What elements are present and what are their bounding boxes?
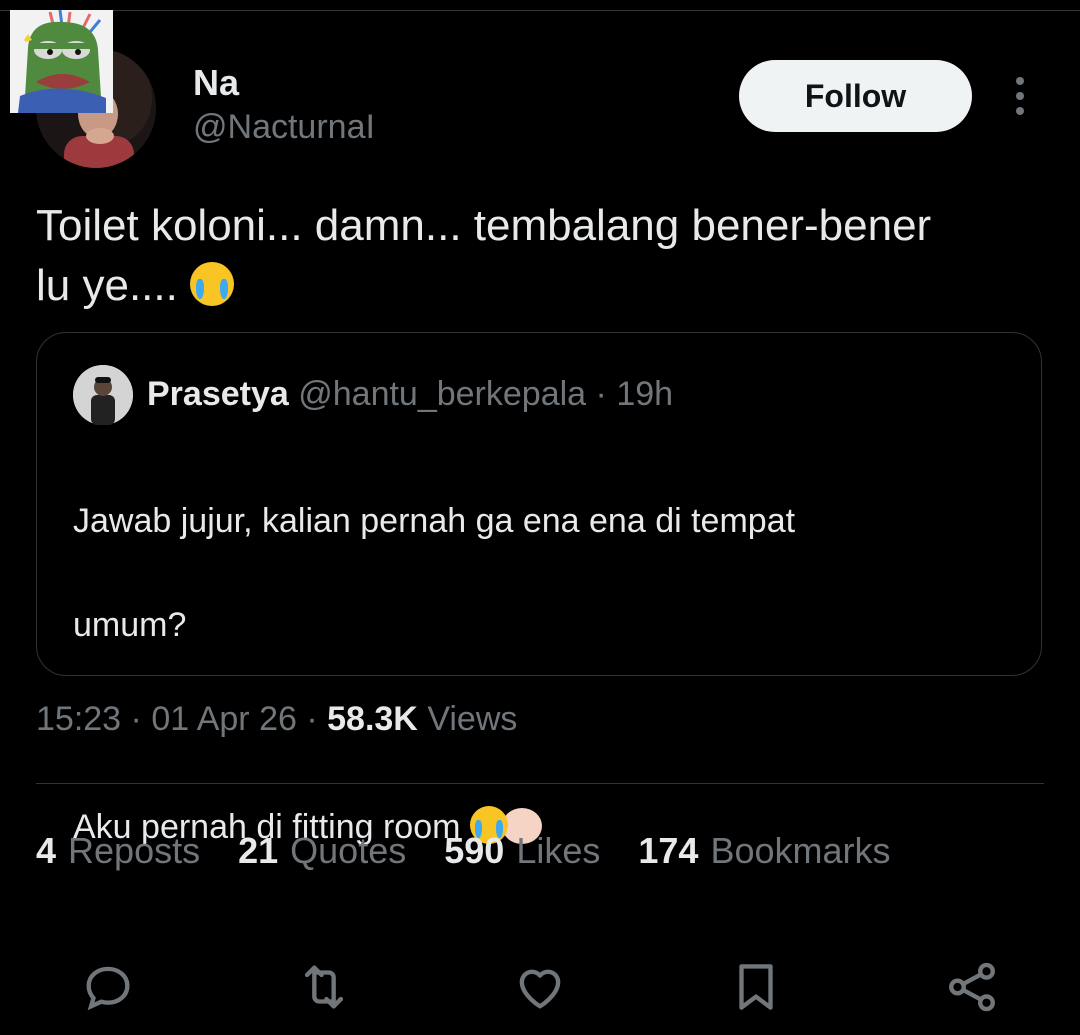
pepe-sticker xyxy=(10,10,113,113)
quotes-stat[interactable]: 21 Quotes xyxy=(238,830,406,872)
reposts-stat[interactable]: 4 Reposts xyxy=(36,830,200,872)
top-divider xyxy=(0,10,1080,11)
quoted-author-name[interactable]: Prasetya xyxy=(147,375,289,413)
quoted-author-avatar[interactable] xyxy=(73,365,133,425)
action-bar xyxy=(0,955,1080,1025)
quoted-time[interactable]: 19h xyxy=(616,375,673,413)
author-name[interactable]: Na xyxy=(193,62,239,104)
tweet-text-line: lu ye.... xyxy=(36,261,178,310)
reply-icon[interactable] xyxy=(76,955,140,1019)
quoted-header: Prasetya @hantu_berkepala · 19h xyxy=(147,375,673,414)
separator-dot: · xyxy=(595,375,607,413)
views-label: Views xyxy=(427,700,518,738)
bookmarks-stat[interactable]: 174 Bookmarks xyxy=(638,830,890,872)
tweet-meta: 15:23 · 01 Apr 26 · 58.3K Views xyxy=(36,700,517,739)
views-count: 58.3K xyxy=(327,700,418,738)
quoted-text-line: Jawab jujur, kalian pernah ga ena ena di… xyxy=(73,502,796,540)
share-icon[interactable] xyxy=(940,955,1004,1019)
repost-icon[interactable] xyxy=(292,955,356,1019)
separator-dot: · xyxy=(130,700,142,738)
quoted-tweet[interactable]: Prasetya @hantu_berkepala · 19h Jawab ju… xyxy=(36,332,1042,846)
loudly-crying-emoji-icon xyxy=(190,262,235,306)
tweet-date[interactable]: 01 Apr 26 xyxy=(151,700,297,738)
bookmark-icon[interactable] xyxy=(724,955,788,1019)
tweet-time[interactable]: 15:23 xyxy=(36,700,121,738)
quoted-text-line: umum? xyxy=(73,606,187,644)
separator-dot: · xyxy=(306,700,318,738)
likes-stat[interactable]: 590 Likes xyxy=(444,830,600,872)
tweet-detail: Na @NacturnaI Follow Toilet koloni... da… xyxy=(0,0,1080,1035)
like-icon[interactable] xyxy=(508,955,572,1019)
more-options-icon[interactable] xyxy=(1000,72,1040,120)
author-handle[interactable]: @NacturnaI xyxy=(193,108,375,147)
stats-divider xyxy=(36,783,1044,784)
follow-button[interactable]: Follow xyxy=(739,60,972,132)
tweet-text: Toilet koloni... damn... tembalang bener… xyxy=(36,196,1036,316)
tweet-text-line: Toilet koloni... damn... tembalang bener… xyxy=(36,201,932,250)
engagement-stats: 4 Reposts 21 Quotes 590 Likes 174 Bookmarks xyxy=(36,830,891,872)
quoted-author-handle[interactable]: @hantu_berkepala xyxy=(298,375,586,413)
